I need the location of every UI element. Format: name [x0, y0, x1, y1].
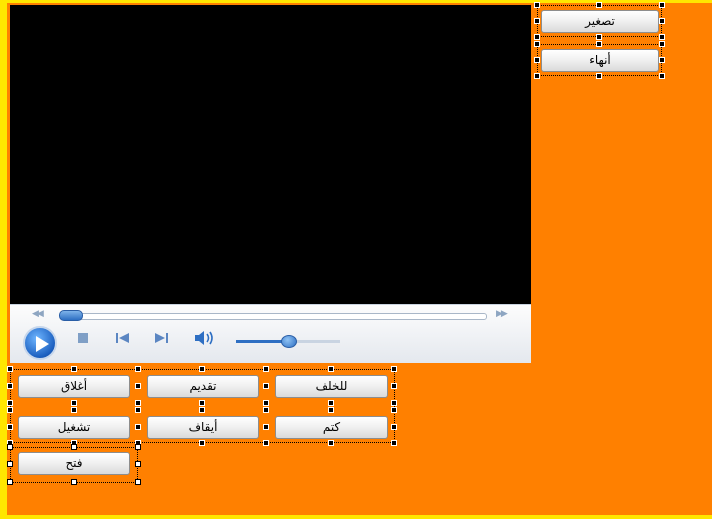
pause-button[interactable]: أيقاف [147, 416, 259, 439]
next-icon[interactable] [155, 333, 169, 344]
play-button[interactable] [23, 326, 57, 360]
selection-handle [328, 366, 334, 372]
open-button[interactable]: فتح [18, 452, 130, 475]
play-button-text[interactable]: تشغيل [18, 416, 130, 439]
selection-handle [659, 73, 665, 79]
close-button[interactable]: أغلاق [18, 375, 130, 398]
selection-handle [659, 41, 665, 47]
selection-handle [596, 73, 602, 79]
selection-handle [199, 366, 205, 372]
selection-handle [199, 407, 205, 413]
media-player[interactable]: ◀◀ ▶▶ [10, 5, 531, 363]
selection-handle [135, 407, 141, 413]
selection-handle [71, 366, 77, 372]
selection-handle [263, 400, 269, 406]
volume-thumb[interactable] [281, 335, 297, 348]
backward-button[interactable]: للخلف [275, 375, 388, 398]
selection-handle [135, 366, 141, 372]
selection-handle [534, 57, 540, 63]
selection-handle [263, 424, 269, 430]
selection-handle [534, 41, 540, 47]
selection-handle [263, 366, 269, 372]
selection-handle [328, 440, 334, 446]
selection-handle [659, 57, 665, 63]
selection-handle [7, 383, 13, 389]
form-border-left [0, 0, 7, 519]
selection-handle [391, 366, 397, 372]
selection-handle [7, 444, 13, 450]
stop-icon[interactable] [78, 333, 89, 344]
selection-handle [596, 34, 602, 40]
selection-handle [7, 366, 13, 372]
selection-handle [135, 400, 141, 406]
selection-handle [391, 407, 397, 413]
selection-handle [7, 407, 13, 413]
selection-handle [135, 461, 141, 467]
selection-handle [263, 407, 269, 413]
form-border-bottom [0, 515, 712, 519]
player-controls-bar: ◀◀ ▶▶ [10, 304, 531, 363]
selection-handle [7, 479, 13, 485]
rewind-icon[interactable]: ◀◀ [32, 309, 44, 319]
selection-handle [328, 407, 334, 413]
selection-handle [71, 444, 77, 450]
selection-handle [135, 444, 141, 450]
selection-handle [135, 383, 141, 389]
selection-handle [659, 34, 665, 40]
selection-handle [71, 407, 77, 413]
selection-handle [71, 400, 77, 406]
selection-handle [199, 400, 205, 406]
minimize-button[interactable]: تصغير [541, 10, 659, 33]
previous-icon[interactable] [116, 333, 130, 344]
selection-handle [391, 383, 397, 389]
forward-button[interactable]: تقديم [147, 375, 259, 398]
selection-handle [596, 41, 602, 47]
volume-icon[interactable] [194, 330, 216, 347]
selection-handle [659, 18, 665, 24]
selection-handle [534, 18, 540, 24]
selection-handle [135, 424, 141, 430]
selection-handle [199, 440, 205, 446]
terminate-button[interactable]: أنهاء [541, 49, 659, 72]
form-border-top [0, 0, 712, 3]
selection-handle [391, 424, 397, 430]
selection-handle [328, 400, 334, 406]
selection-handle [7, 461, 13, 467]
selection-handle [263, 383, 269, 389]
selection-handle [135, 479, 141, 485]
seek-thumb[interactable] [59, 310, 83, 321]
selection-handle [7, 400, 13, 406]
selection-handle [659, 2, 665, 8]
selection-handle [7, 424, 13, 430]
selection-handle [534, 73, 540, 79]
selection-handle [263, 440, 269, 446]
selection-handle [71, 479, 77, 485]
selection-handle [391, 400, 397, 406]
mute-button[interactable]: كتم [275, 416, 388, 439]
fast-forward-icon[interactable]: ▶▶ [496, 309, 508, 319]
seek-bar[interactable] [60, 313, 487, 320]
selection-handle [534, 34, 540, 40]
play-icon [36, 336, 49, 352]
selection-handle [596, 2, 602, 8]
selection-handle [391, 440, 397, 446]
selection-handle [534, 2, 540, 8]
